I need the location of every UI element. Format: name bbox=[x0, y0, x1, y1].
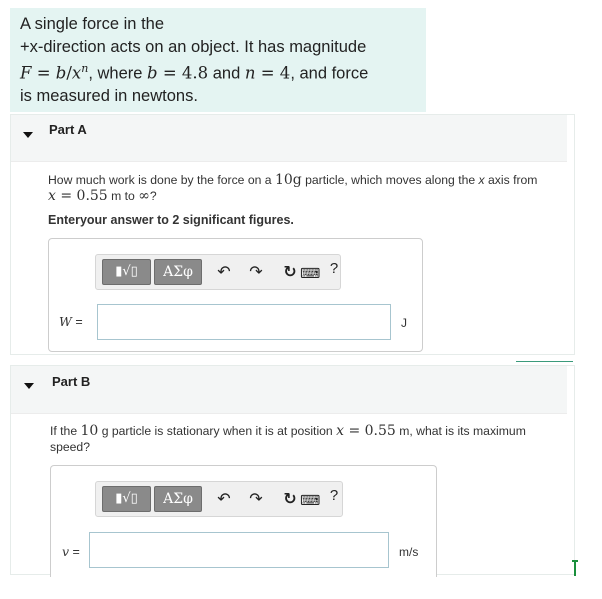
undo-icon[interactable]: ↶ bbox=[214, 490, 234, 510]
answer-unit-ms: m/s bbox=[399, 545, 419, 559]
part-a-title: Part A bbox=[49, 122, 87, 137]
problem-statement: A single force in the +x-direction acts … bbox=[10, 8, 426, 112]
math-toolbar-b: ▮√▯ ΑΣφ ↶ ↷ ↻ ⌨ ? bbox=[95, 481, 343, 517]
templates-icon: ▮√▯ bbox=[115, 491, 138, 506]
part-b-title: Part B bbox=[52, 374, 91, 389]
answer-panel-a: ▮√▯ ΑΣφ ↶ ↷ ↻ ? ⌨ W = J bbox=[48, 238, 423, 352]
reset-icon[interactable]: ↻ bbox=[280, 490, 300, 510]
answer-input-v[interactable] bbox=[89, 532, 389, 568]
part-a: Part A How much work is done by the forc… bbox=[10, 114, 575, 355]
help-button[interactable]: ? bbox=[324, 259, 344, 279]
keyboard-icon[interactable]: ⌨ bbox=[300, 263, 320, 283]
answer-input-w[interactable] bbox=[97, 304, 391, 340]
part-b: Part B If the 10 g particle is stationar… bbox=[10, 365, 575, 577]
intro-line-3: F = b/xn, where b = 4.8 and n = 4, and f… bbox=[20, 62, 369, 83]
greek-symbols-button[interactable]: ΑΣφ bbox=[154, 486, 202, 512]
part-b-header[interactable]: Part B bbox=[11, 366, 567, 414]
answer-instruction: Enteryour answer to 2 significant figure… bbox=[48, 213, 294, 227]
intro-line-4: is measured in newtons. bbox=[20, 87, 198, 105]
answer-label-w: W = bbox=[59, 314, 83, 329]
undo-icon[interactable]: ↶ bbox=[214, 263, 234, 283]
collapse-caret-icon[interactable] bbox=[24, 383, 34, 389]
help-button[interactable]: ? bbox=[324, 486, 344, 506]
greek-symbols-button[interactable]: ΑΣφ bbox=[154, 259, 202, 285]
answer-label-v: v = bbox=[62, 544, 80, 559]
reset-icon[interactable]: ↻ bbox=[280, 263, 300, 283]
part-divider bbox=[516, 361, 573, 362]
templates-button[interactable]: ▮√▯ bbox=[102, 486, 151, 512]
intro-line-2: +x-direction acts on an object. It has m… bbox=[20, 37, 367, 56]
scroll-marker bbox=[572, 560, 578, 576]
redo-icon[interactable]: ↷ bbox=[246, 490, 266, 510]
part-a-header[interactable]: Part A bbox=[11, 115, 567, 162]
templates-icon: ▮√▯ bbox=[115, 264, 138, 279]
math-toolbar-a: ▮√▯ ΑΣφ ↶ ↷ ↻ ? ⌨ bbox=[95, 254, 341, 290]
collapse-caret-icon[interactable] bbox=[23, 132, 33, 138]
part-b-question: If the 10 g particle is stationary when … bbox=[50, 423, 526, 454]
part-a-question: How much work is done by the force on a … bbox=[48, 172, 538, 204]
redo-icon[interactable]: ↷ bbox=[246, 263, 266, 283]
answer-unit-j: J bbox=[401, 316, 407, 330]
intro-line-1: A single force in the bbox=[20, 15, 165, 33]
keyboard-icon[interactable]: ⌨ bbox=[300, 490, 320, 510]
answer-panel-b: ▮√▯ ΑΣφ ↶ ↷ ↻ ⌨ ? v = m/s bbox=[50, 465, 437, 577]
templates-button[interactable]: ▮√▯ bbox=[102, 259, 151, 285]
